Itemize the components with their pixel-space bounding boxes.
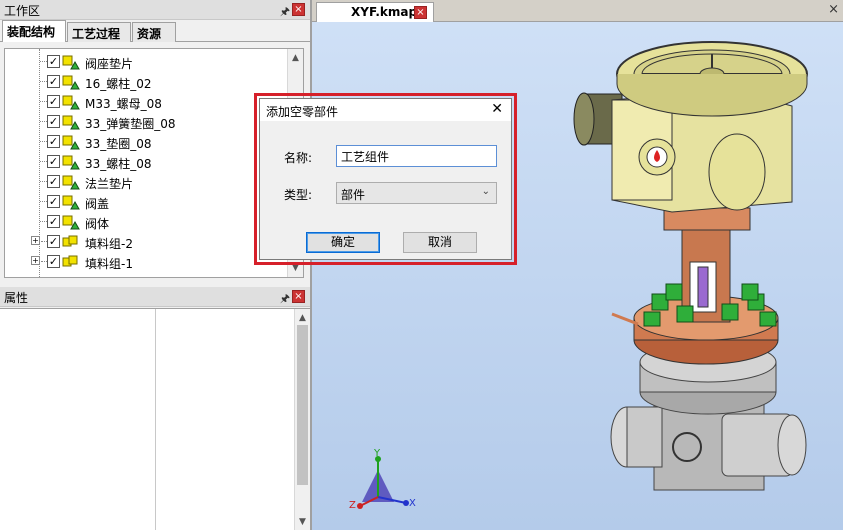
tree-item-checkbox[interactable]: ✓ xyxy=(47,195,60,208)
chevron-down-icon: ⌄ xyxy=(481,186,490,197)
tree-item[interactable]: ✓ 16_螺柱_02 xyxy=(5,72,295,92)
axis-y-label: Y xyxy=(373,448,381,459)
properties-title: 属性 xyxy=(4,291,29,305)
dialog-title-bar[interactable]: 添加空零部件 ✕ xyxy=(260,99,511,121)
expand-icon[interactable]: + xyxy=(31,256,40,265)
tree-item-label: 16_螺柱_02 xyxy=(85,77,152,91)
name-label: 名称: xyxy=(284,151,313,165)
scroll-up-icon[interactable]: ▲ xyxy=(295,311,310,325)
part-icon xyxy=(62,215,80,230)
tree-item-label: 填料组-1 xyxy=(85,257,133,271)
tree-connector xyxy=(40,161,47,162)
tree-item-label: 阀体 xyxy=(85,217,110,231)
document-tab-bar: XYF.kmapd × × xyxy=(312,0,843,22)
workspace-title-bar: 工作区 🖈︎ × xyxy=(0,0,310,20)
tab-resources[interactable]: 资源 xyxy=(132,22,176,42)
workspace-tabs: 装配结构 工艺过程 资源 xyxy=(0,20,310,42)
tree-item-label: 33_垫圈_08 xyxy=(85,137,152,151)
type-select[interactable]: 部件 ⌄ xyxy=(336,182,497,204)
close-icon[interactable]: × xyxy=(414,6,427,19)
tree-item[interactable]: ✓ 33_垫圈_08 xyxy=(5,132,295,152)
part-icon xyxy=(62,75,80,90)
tree-item-label: 33_螺柱_08 xyxy=(85,157,152,171)
type-select-value: 部件 xyxy=(341,188,366,202)
tab-process[interactable]: 工艺过程 xyxy=(67,22,131,42)
properties-scrollbar[interactable]: ▲ ▼ xyxy=(294,309,310,530)
axis-x-label: X xyxy=(409,498,416,509)
tree-item-label: 阀盖 xyxy=(85,197,110,211)
axis-z-label: Z xyxy=(349,500,356,511)
pin-icon[interactable]: 🖈︎ xyxy=(280,290,290,309)
tree-item[interactable]: ✓ 33_螺柱_08 xyxy=(5,152,295,172)
tree-item[interactable]: + ✓ 填料组-1 xyxy=(5,252,295,272)
axis-triad: Y X Z xyxy=(349,448,416,511)
workspace-title: 工作区 xyxy=(4,4,41,18)
tree-connector xyxy=(40,221,47,222)
tree-item-label: 法兰垫片 xyxy=(85,177,134,191)
add-part-dialog: 添加空零部件 ✕ 名称: 工艺组件 类型: 部件 ⌄ 确定 取消 xyxy=(259,98,512,260)
tree-item[interactable]: ✓ 阀座垫片 xyxy=(5,52,295,72)
left-pane: 工作区 🖈︎ × 装配结构 工艺过程 资源 ✓ 阀座垫片 ✓ 16_螺柱_02 ✓ M33… xyxy=(0,0,310,530)
scroll-down-icon[interactable]: ▼ xyxy=(295,515,310,529)
tree-connector xyxy=(40,181,47,182)
tree-item-checkbox[interactable]: ✓ xyxy=(47,155,60,168)
assembly-icon xyxy=(62,235,78,247)
tree-item-label: 填料组-2 xyxy=(85,237,133,251)
properties-column-divider xyxy=(155,309,156,530)
type-label: 类型: xyxy=(284,188,313,202)
tree-connector xyxy=(40,81,47,82)
tree-item-checkbox[interactable]: ✓ xyxy=(47,135,60,148)
cancel-button[interactable]: 取消 xyxy=(403,232,477,253)
properties-grid: ▲ ▼ xyxy=(0,308,310,530)
tree-item[interactable]: ✓ 33_弹簧垫圈_08 xyxy=(5,112,295,132)
tree-item[interactable]: ✓ 阀体 xyxy=(5,212,295,232)
dialog-highlight: 添加空零部件 ✕ 名称: 工艺组件 类型: 部件 ⌄ 确定 取消 xyxy=(254,93,517,265)
tree-item-checkbox[interactable]: ✓ xyxy=(47,55,60,68)
tree-item-label: 33_弹簧垫圈_08 xyxy=(85,117,176,131)
dialog-close-icon[interactable]: ✕ xyxy=(491,101,503,117)
expand-icon[interactable]: + xyxy=(31,236,40,245)
scroll-up-icon[interactable]: ▲ xyxy=(288,51,303,65)
tree-item-label: M33_螺母_08 xyxy=(85,97,162,111)
close-document-icon[interactable]: × xyxy=(828,2,839,17)
tree-item[interactable]: ✓ 法兰垫片 xyxy=(5,172,295,192)
tree-connector xyxy=(40,101,47,102)
tree-item[interactable]: ✓ M33_螺母_08 xyxy=(5,92,295,112)
name-input[interactable]: 工艺组件 xyxy=(336,145,497,167)
part-icon xyxy=(62,175,80,190)
part-icon xyxy=(62,195,80,210)
close-icon[interactable]: × xyxy=(292,290,305,303)
part-icon xyxy=(62,155,80,170)
tree-item-label: 阀座垫片 xyxy=(85,57,134,71)
tree-item[interactable]: + ✓ 填料组-2 xyxy=(5,232,295,252)
part-icon xyxy=(62,135,80,150)
tree-connector xyxy=(40,121,47,122)
close-icon[interactable]: × xyxy=(292,3,305,16)
part-icon xyxy=(62,55,80,70)
tree-connector xyxy=(40,61,47,62)
tree-connector xyxy=(40,141,47,142)
tree-item-checkbox[interactable]: ✓ xyxy=(47,235,60,248)
dialog-title: 添加空零部件 xyxy=(266,105,339,119)
document-tab[interactable]: XYF.kmapd × xyxy=(316,2,434,22)
assembly-icon xyxy=(62,255,78,267)
scroll-thumb[interactable] xyxy=(297,325,308,485)
tree-item-checkbox[interactable]: ✓ xyxy=(47,255,60,268)
tree-item[interactable]: ✓ 阀盖 xyxy=(5,192,295,212)
properties-title-bar: 属性 🖈︎ × xyxy=(0,287,310,307)
tree-connector xyxy=(40,201,47,202)
tree-item-checkbox[interactable]: ✓ xyxy=(47,75,60,88)
tree-item-checkbox[interactable]: ✓ xyxy=(47,175,60,188)
handwheel xyxy=(616,41,808,117)
part-icon xyxy=(62,115,80,130)
ok-button[interactable]: 确定 xyxy=(306,232,380,253)
tree-item-checkbox[interactable]: ✓ xyxy=(47,115,60,128)
tab-assembly[interactable]: 装配结构 xyxy=(2,20,66,42)
part-icon xyxy=(62,95,80,110)
tree-item-checkbox[interactable]: ✓ xyxy=(47,95,60,108)
tree-item-checkbox[interactable]: ✓ xyxy=(47,215,60,228)
